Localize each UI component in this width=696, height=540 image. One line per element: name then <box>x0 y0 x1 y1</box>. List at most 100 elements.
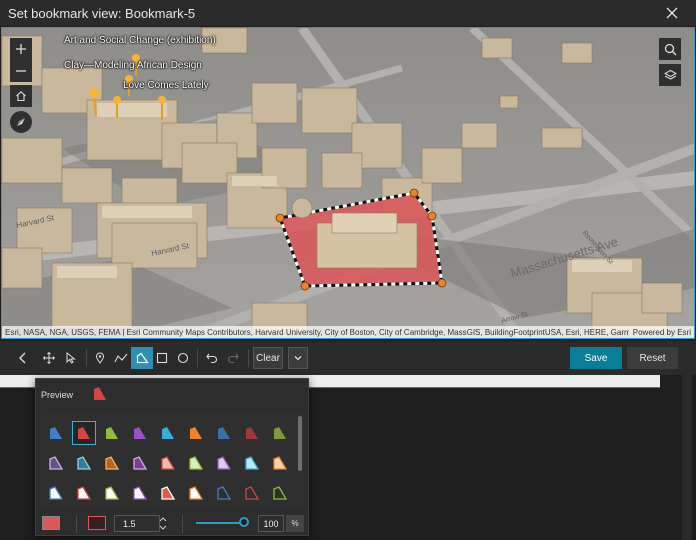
symbol-swatch[interactable] <box>101 422 123 444</box>
poi-label[interactable]: Love Comes Lately <box>123 80 209 91</box>
polygon-tool[interactable] <box>131 347 153 369</box>
percent-unit: % <box>286 515 304 532</box>
polygon-symbol-icon <box>274 427 286 439</box>
toolbar-divider <box>248 349 249 367</box>
rectangle-icon <box>156 352 168 364</box>
zoom-out-button[interactable] <box>10 60 32 82</box>
toolbar-divider <box>86 349 87 367</box>
close-icon[interactable] <box>664 5 680 21</box>
map-view[interactable]: Harvard St Harvard St Remington St Massa… <box>1 27 695 339</box>
symbol-swatch[interactable] <box>269 422 291 444</box>
select-icon <box>66 352 76 364</box>
compass-icon <box>17 118 25 126</box>
symbol-swatch[interactable] <box>45 482 67 504</box>
polygon-symbol-icon <box>189 486 204 500</box>
symbol-swatch[interactable] <box>101 452 123 474</box>
symbol-swatch[interactable] <box>157 452 179 474</box>
polygon-symbol-icon <box>161 456 176 470</box>
symbol-swatch[interactable] <box>45 422 67 444</box>
symbol-swatch[interactable] <box>73 452 95 474</box>
symbol-swatch[interactable] <box>213 452 235 474</box>
symbol-swatch[interactable] <box>45 452 67 474</box>
point-icon <box>95 352 105 364</box>
home-icon <box>16 91 26 102</box>
undo-icon <box>206 353 217 364</box>
more-options-button[interactable] <box>288 347 308 369</box>
opacity-slider-track[interactable] <box>196 522 242 524</box>
symbol-swatch[interactable] <box>73 482 95 504</box>
symbol-swatch[interactable] <box>185 482 207 504</box>
layers-button[interactable] <box>659 64 681 86</box>
polygon-symbol-icon <box>190 427 202 439</box>
poi-label[interactable]: Art and Social Change (exhibition) <box>64 35 216 46</box>
polygon-symbol-icon <box>245 486 260 500</box>
symbol-swatch[interactable] <box>269 452 291 474</box>
polygon-symbol-icon <box>133 456 148 470</box>
symbol-swatch[interactable] <box>241 452 263 474</box>
attribution-text[interactable]: Esri, NASA, NGA, USGS, FEMA | Esri Commu… <box>5 328 629 337</box>
symbol-swatch[interactable] <box>269 482 291 504</box>
polygon-symbol-icon <box>189 456 204 470</box>
point-tool[interactable] <box>89 347 111 369</box>
symbol-swatch[interactable] <box>129 452 151 474</box>
polygon-symbol-icon <box>49 456 64 470</box>
polygon-symbol-icon <box>245 456 260 470</box>
pan-icon <box>43 352 55 364</box>
symbol-swatch[interactable] <box>157 482 179 504</box>
pan-tool[interactable] <box>38 347 60 369</box>
powered-by-esri[interactable]: Powered by Esri <box>629 328 691 337</box>
opacity-slider-handle[interactable] <box>239 517 249 527</box>
back-button[interactable] <box>12 347 34 369</box>
rectangle-tool[interactable] <box>151 347 173 369</box>
symbol-swatch[interactable] <box>185 452 207 474</box>
symbol-swatch[interactable] <box>241 482 263 504</box>
symbol-swatch[interactable] <box>129 482 151 504</box>
polygon-symbol-icon <box>161 486 176 500</box>
settings-divider <box>182 515 183 533</box>
polygon-symbol-icon <box>162 427 174 439</box>
preview-symbol <box>94 387 106 400</box>
poi-label[interactable]: Clay—Modeling African Design <box>64 60 202 71</box>
dialog-titlebar: Set bookmark view: Bookmark-5 <box>0 0 696 26</box>
outline-color-swatch[interactable] <box>88 516 106 530</box>
settings-divider <box>76 515 77 533</box>
symbol-swatch[interactable] <box>129 422 151 444</box>
compass-button[interactable] <box>10 111 32 133</box>
fill-color-swatch[interactable] <box>42 516 60 530</box>
symbol-settings-row: 1.5 100 % <box>36 513 310 537</box>
clear-button[interactable]: Clear <box>253 347 283 369</box>
reset-button[interactable]: Reset <box>627 347 678 369</box>
polygon-symbol-icon <box>77 486 92 500</box>
symbol-swatch[interactable] <box>101 482 123 504</box>
symbol-swatch[interactable] <box>185 422 207 444</box>
scrollbar[interactable] <box>682 375 692 540</box>
polygon-symbol-icon <box>105 486 120 500</box>
gallery-scrollbar[interactable] <box>298 416 302 471</box>
scene-rendering: Harvard St Harvard St Remington St Massa… <box>2 28 694 338</box>
symbol-swatch[interactable] <box>72 421 96 445</box>
polygon-symbol-icon <box>217 456 232 470</box>
polygon-symbol-icon <box>134 427 146 439</box>
symbol-swatch[interactable] <box>157 422 179 444</box>
symbol-swatch[interactable] <box>213 422 235 444</box>
symbol-swatch[interactable] <box>241 422 263 444</box>
polyline-tool[interactable] <box>110 347 132 369</box>
undo-button[interactable] <box>201 347 223 369</box>
outline-width-input[interactable]: 1.5 <box>114 515 160 532</box>
circle-tool[interactable] <box>172 347 194 369</box>
dialog-title: Set bookmark view: Bookmark-5 <box>8 5 196 21</box>
symbol-swatch[interactable] <box>213 482 235 504</box>
width-stepper[interactable] <box>158 515 168 532</box>
home-button[interactable] <box>10 85 32 107</box>
circle-icon <box>177 352 189 364</box>
search-button[interactable] <box>659 38 681 60</box>
redo-button[interactable] <box>222 347 244 369</box>
select-tool[interactable] <box>60 347 82 369</box>
search-icon <box>664 43 676 55</box>
save-button[interactable]: Save <box>570 347 622 369</box>
toolbar-divider <box>197 349 198 367</box>
zoom-in-button[interactable] <box>10 38 32 60</box>
polygon-symbol-icon <box>49 486 64 500</box>
plus-icon <box>16 44 26 54</box>
opacity-input[interactable]: 100 <box>258 515 284 532</box>
